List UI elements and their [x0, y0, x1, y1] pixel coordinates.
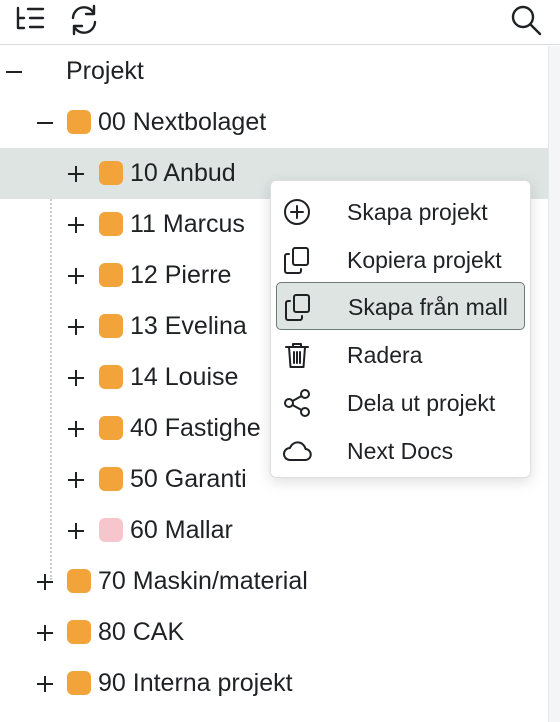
- menu-item-label: Skapa projekt: [347, 199, 488, 225]
- collapse-icon[interactable]: [33, 97, 57, 148]
- tree-row-label: Projekt: [66, 57, 144, 85]
- menu-item-kopiera-projekt[interactable]: Kopiera projekt: [271, 236, 530, 284]
- tree-row-label: 70 Maskin/material: [98, 567, 308, 595]
- expand-icon[interactable]: [64, 403, 88, 454]
- folder-color-swatch: [99, 314, 123, 338]
- tree-row-label: 00 Nextbolaget: [98, 108, 267, 136]
- tree-row-label: 50 Garanti: [130, 465, 247, 493]
- tree-row-root[interactable]: Projekt: [0, 46, 548, 97]
- tree-structure-icon[interactable]: [12, 2, 48, 38]
- expand-icon[interactable]: [64, 301, 88, 352]
- tree-row-label: 10 Anbud: [130, 159, 236, 187]
- vertical-scrollbar[interactable]: [548, 46, 560, 722]
- tree-row-label: 60 Mallar: [130, 516, 233, 544]
- context-menu: Skapa projekt Kopiera projekt Skapa från m…: [270, 180, 531, 478]
- expand-icon[interactable]: [33, 556, 57, 607]
- tree-row-top[interactable]: 80 CAK: [0, 607, 548, 658]
- tree-row-label: 14 Louise: [130, 363, 239, 391]
- tree-row-child[interactable]: 60 Mallar: [0, 505, 548, 556]
- tree-row-group[interactable]: 00 Nextbolaget: [0, 97, 548, 148]
- tree-row-label: 12 Pierre: [130, 261, 232, 289]
- folder-color-swatch: [99, 416, 123, 440]
- folder-color-swatch: [67, 110, 91, 134]
- expand-icon[interactable]: [33, 658, 57, 709]
- tree-row-label: 40 Fastighe: [130, 414, 261, 442]
- tree-row-label: 80 CAK: [98, 618, 185, 646]
- expand-icon[interactable]: [64, 505, 88, 556]
- folder-color-swatch: [99, 365, 123, 389]
- collapse-icon[interactable]: [2, 46, 26, 97]
- menu-item-skapa-från-mall[interactable]: Skapa från mall: [276, 282, 525, 330]
- menu-item-next-docs[interactable]: Next Docs: [271, 427, 530, 475]
- expand-icon[interactable]: [64, 199, 88, 250]
- plus-circle-icon: [281, 196, 313, 228]
- copy-icon: [282, 291, 314, 323]
- menu-item-label: Next Docs: [347, 438, 454, 464]
- menu-item-radera[interactable]: Radera: [271, 331, 530, 379]
- tree-row-label: 11 Marcus: [130, 210, 245, 238]
- tree-row-label: 90 Interna projekt: [98, 669, 293, 697]
- folder-color-swatch: [99, 161, 123, 185]
- share-icon: [281, 387, 313, 419]
- menu-item-label: Kopiera projekt: [347, 247, 502, 273]
- copy-icon: [281, 244, 313, 276]
- menu-item-label: Skapa från mall: [348, 294, 508, 320]
- refresh-icon[interactable]: [66, 2, 102, 38]
- search-icon[interactable]: [508, 2, 544, 38]
- folder-color-swatch: [67, 671, 91, 695]
- menu-item-skapa-projekt[interactable]: Skapa projekt: [271, 188, 530, 236]
- tree-row-label: 13 Evelina: [130, 312, 247, 340]
- menu-item-label: Dela ut projekt: [347, 390, 496, 416]
- trash-icon: [281, 339, 313, 371]
- folder-color-swatch: [99, 212, 123, 236]
- expand-icon[interactable]: [64, 250, 88, 301]
- expand-icon[interactable]: [64, 148, 88, 199]
- cloud-icon: [281, 435, 313, 467]
- tree-row-top[interactable]: 70 Maskin/material: [0, 556, 548, 607]
- tree-row-top[interactable]: 90 Interna projekt: [0, 658, 548, 709]
- expand-icon[interactable]: [33, 607, 57, 658]
- folder-color-swatch: [67, 620, 91, 644]
- folder-color-swatch: [99, 518, 123, 542]
- expand-icon[interactable]: [64, 454, 88, 505]
- folder-color-swatch: [99, 467, 123, 491]
- toolbar: [0, 0, 560, 45]
- menu-item-dela-ut-projekt[interactable]: Dela ut projekt: [271, 379, 530, 427]
- expand-icon[interactable]: [64, 352, 88, 403]
- folder-color-swatch: [67, 569, 91, 593]
- folder-color-swatch: [99, 263, 123, 287]
- menu-item-label: Radera: [347, 342, 423, 368]
